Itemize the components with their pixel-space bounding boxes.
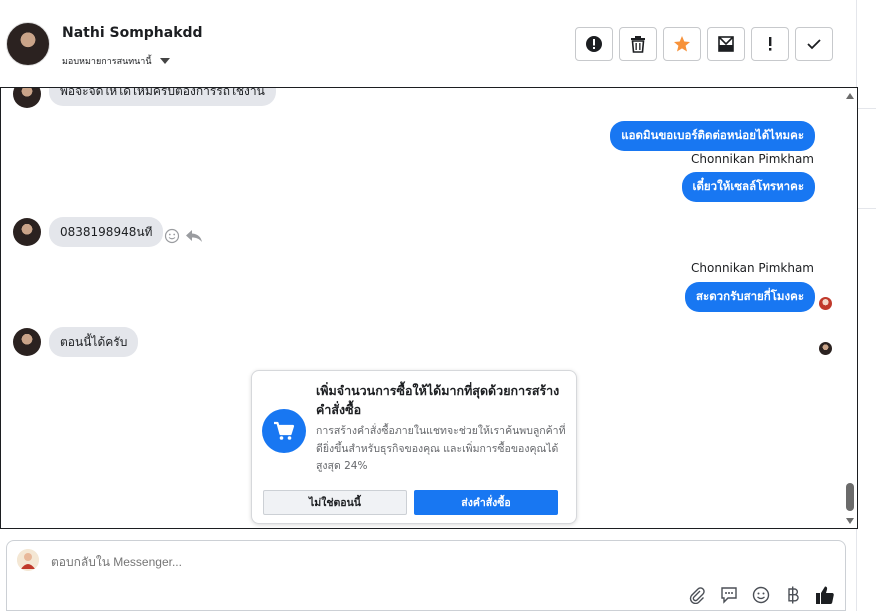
reply-composer <box>6 540 846 611</box>
contact-avatar-small <box>13 88 41 108</box>
emoji-icon[interactable] <box>751 585 771 605</box>
contact-avatar-small <box>13 328 41 356</box>
mark-unread-icon <box>718 36 734 52</box>
thumbs-up-icon[interactable] <box>815 585 835 605</box>
right-panel-edge <box>856 0 876 611</box>
saved-replies-icon[interactable] <box>719 585 739 605</box>
reply-icon[interactable] <box>185 228 203 244</box>
conversation-header: Nathi Somphakdd มอบหมายการสนทนานี้ <box>0 0 856 86</box>
exclamation-icon <box>769 37 772 51</box>
baht-payment-icon[interactable] <box>783 585 803 605</box>
message-incoming[interactable]: พอจะจัดให้ได้ไหมครับต้องการรถใช้งาน <box>49 88 276 106</box>
trash-icon <box>631 36 645 53</box>
star-button[interactable] <box>663 27 701 61</box>
message-outgoing[interactable]: แอดมินขอเบอร์ติดต่อหน่อยได้ไหมคะ <box>610 121 815 151</box>
scrollbar-thumb[interactable] <box>846 483 854 511</box>
contact-name[interactable]: Nathi Somphakdd <box>62 25 203 41</box>
seen-avatar <box>819 297 832 310</box>
divider <box>857 108 876 109</box>
react-emoji-icon[interactable] <box>164 228 180 244</box>
card-description: การสร้างคำสั่งซื้อภายในแชทจะช่วยให้เราค้… <box>316 425 566 472</box>
star-icon <box>674 36 690 52</box>
mark-done-button[interactable] <box>795 27 833 61</box>
create-order-card: เพิ่มจำนวนการซื้อให้ได้มากที่สุดด้วยการส… <box>251 370 577 524</box>
page-avatar <box>17 549 39 571</box>
message-outgoing[interactable]: เดี๋ยวให้เซลล์โทรหาคะ <box>681 172 815 202</box>
scroll-down-arrow[interactable] <box>846 518 854 524</box>
alert-circle-icon <box>586 36 602 52</box>
divider <box>857 208 876 209</box>
check-icon <box>807 39 821 50</box>
sender-name: Chonnikan Pimkham <box>691 261 814 275</box>
attachment-icon[interactable] <box>687 585 707 605</box>
mark-unread-button[interactable] <box>707 27 745 61</box>
delete-button[interactable] <box>619 27 657 61</box>
message-incoming[interactable]: ตอนนี้ได้ครับ <box>49 327 139 357</box>
mark-spam-button[interactable] <box>751 27 789 61</box>
scroll-up-arrow[interactable] <box>846 93 854 99</box>
sender-name: Chonnikan Pimkham <box>691 152 814 166</box>
reply-input[interactable] <box>51 555 551 569</box>
contact-avatar[interactable] <box>6 22 50 66</box>
assign-label: มอบหมายการสนทนานี้ <box>62 57 152 67</box>
assign-conversation-dropdown[interactable]: มอบหมายการสนทนานี้ <box>62 54 170 68</box>
message-incoming[interactable]: 0838198948นที <box>49 217 164 247</box>
scrollbar[interactable] <box>843 88 857 528</box>
not-now-button[interactable]: ไม่ใช่ตอนนี้ <box>263 490 407 515</box>
message-outgoing[interactable]: สะดวกรับสายกี่โมงคะ <box>685 282 815 312</box>
composer-toolbar <box>687 585 835 605</box>
cart-icon <box>262 409 306 453</box>
send-order-button[interactable]: ส่งคำสั่งซื้อ <box>414 490 558 515</box>
report-button[interactable] <box>575 27 613 61</box>
card-title: เพิ่มจำนวนการซื้อให้ได้มากที่สุดด้วยการส… <box>316 383 560 417</box>
contact-avatar-small <box>13 218 41 246</box>
chevron-down-icon <box>159 58 170 64</box>
message-thread[interactable]: พอจะจัดให้ได้ไหมครับต้องการรถใช้งาน แอดม… <box>0 87 858 529</box>
conversation-toolbar <box>575 27 833 61</box>
seen-avatar <box>819 342 832 355</box>
